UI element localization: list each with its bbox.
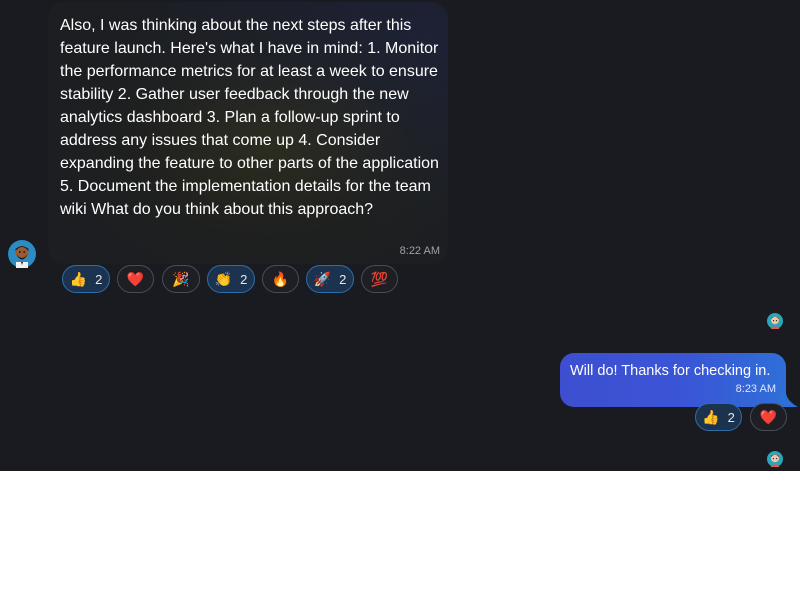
reaction-party-popper[interactable]: 🎉: [162, 265, 200, 293]
fire-icon: 🔥: [271, 271, 290, 287]
reaction-fire[interactable]: 🔥: [262, 265, 299, 293]
incoming-message-timestamp: 8:22 AM: [399, 245, 440, 257]
reaction-count: 2: [727, 409, 735, 425]
hundred-points-icon: 💯: [370, 271, 389, 287]
incoming-message-text: Also, I was thinking about the next step…: [60, 17, 439, 218]
reaction-count: 2: [240, 271, 248, 287]
heart-icon: ❤️: [759, 409, 778, 425]
reaction-thumbs-up[interactable]: 👍 2: [695, 403, 742, 431]
rocket-icon: 🚀: [313, 271, 332, 287]
reaction-thumbs-up[interactable]: 👍 2: [62, 265, 110, 293]
heart-icon: ❤️: [126, 271, 145, 287]
clapping-hands-icon: 👏: [214, 271, 233, 287]
thumbs-up-icon: 👍: [69, 271, 88, 287]
chat-message-area: Also, I was thinking about the next step…: [0, 0, 800, 471]
read-receipt-avatar-icon: [767, 451, 783, 467]
reaction-hundred-points[interactable]: 💯: [361, 265, 398, 293]
reaction-count: 2: [95, 271, 103, 287]
thumbs-up-icon: 👍: [702, 409, 720, 425]
read-receipt-avatar-icon: [767, 313, 783, 329]
reaction-clapping-hands[interactable]: 👏 2: [207, 265, 255, 293]
outgoing-message-text: Will do! Thanks for checking in.: [570, 363, 771, 379]
reaction-heart[interactable]: ❤️: [750, 403, 787, 431]
reaction-rocket[interactable]: 🚀 2: [306, 265, 354, 293]
party-popper-icon: 🎉: [172, 271, 190, 287]
sender-avatar-icon[interactable]: [8, 240, 36, 268]
reaction-count: 2: [339, 271, 347, 287]
outgoing-message-timestamp: 8:23 AM: [735, 383, 776, 395]
reaction-heart[interactable]: ❤️: [117, 265, 154, 293]
